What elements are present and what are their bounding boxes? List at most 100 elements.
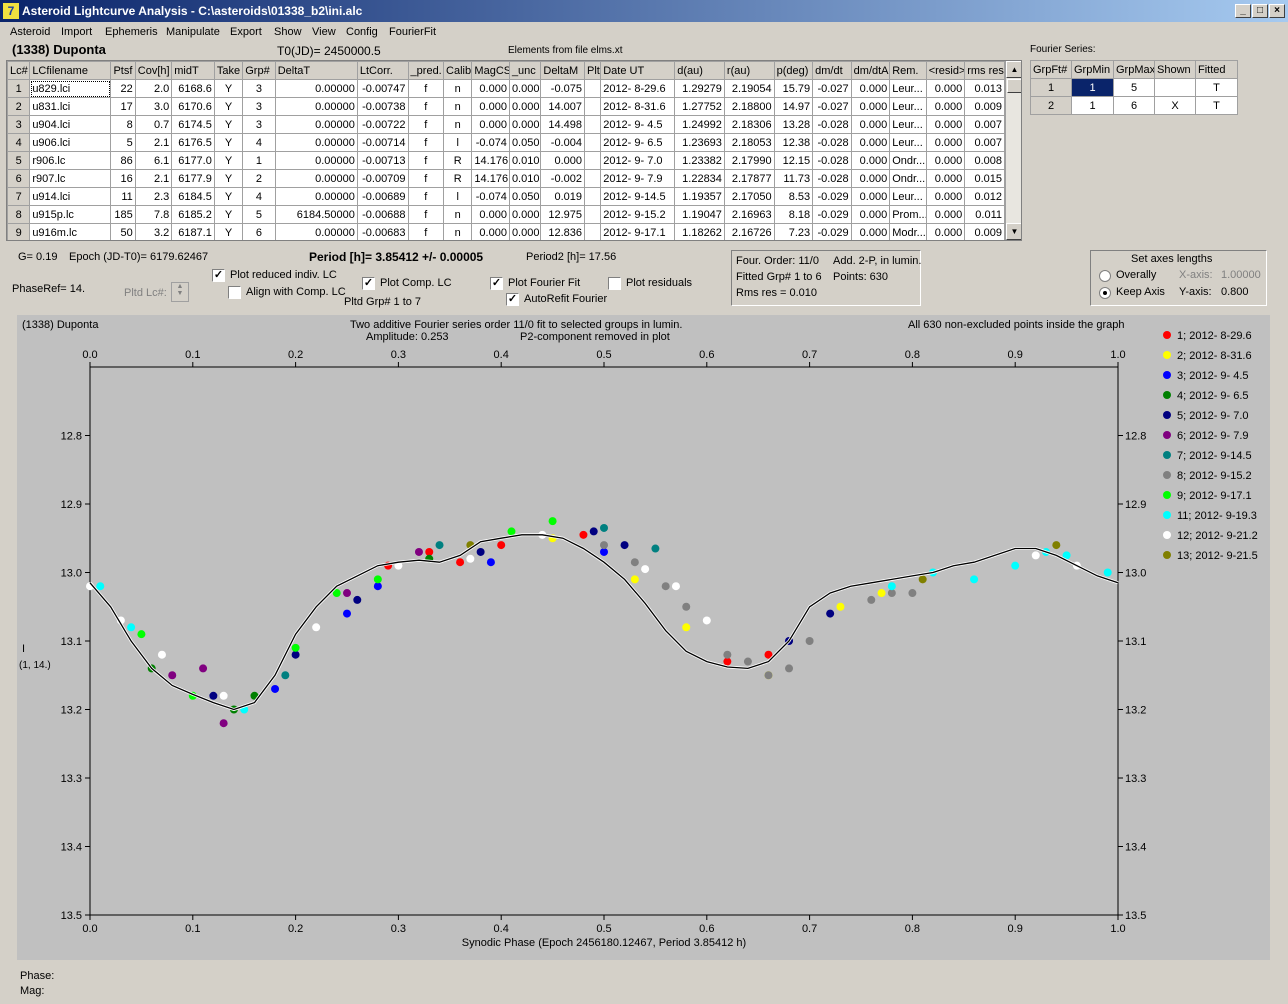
lc-cell[interactable]: 0.00000	[274, 79, 358, 98]
data-point[interactable]	[199, 664, 208, 673]
data-point[interactable]	[373, 582, 382, 591]
lc-cell[interactable]: -0.028	[812, 115, 852, 134]
lc-cell[interactable]: -0.074	[471, 187, 510, 206]
lc-cell[interactable]: 0.009	[964, 97, 1005, 116]
lc-cell[interactable]: 7.23	[773, 223, 814, 240]
lc-cell[interactable]: 2012- 9-14.5	[600, 187, 676, 206]
lc-cell[interactable]: n	[443, 223, 473, 240]
lc-cell[interactable]: 4	[242, 133, 276, 152]
x-axis-value[interactable]: 1.00000	[1221, 269, 1261, 281]
lc-cell[interactable]: f	[407, 223, 445, 240]
data-point[interactable]	[373, 575, 382, 584]
lc-cell[interactable]: -0.004	[540, 133, 585, 152]
data-point[interactable]	[805, 637, 814, 645]
data-point[interactable]	[456, 558, 465, 567]
lc-cell[interactable]: 0.000	[508, 205, 542, 224]
lc-cell[interactable]: u906.lci	[29, 133, 112, 152]
lc-col-header[interactable]: Plt	[583, 61, 602, 80]
lc-col-header[interactable]: dm/dt	[812, 61, 852, 80]
lc-cell[interactable]: 2.1	[134, 169, 173, 188]
lc-cell[interactable]: 6185.2	[171, 205, 215, 224]
lc-cell[interactable]: 2.18306	[723, 115, 775, 134]
data-point[interactable]	[425, 547, 434, 556]
lc-cell[interactable]: 0.000	[925, 223, 966, 240]
keep-axis-radio[interactable]	[1099, 287, 1111, 299]
data-point[interactable]	[281, 671, 290, 680]
lc-cell[interactable]: -0.00722	[356, 115, 409, 134]
lc-cell[interactable]: Y	[213, 97, 244, 116]
scroll-thumb[interactable]	[1007, 79, 1021, 93]
lc-table-row[interactable]: 5 r906.lc 86 6.1 6177.0 Y 1 0.00000 -0.00713 f R 14…	[7, 151, 1005, 170]
lc-col-header[interactable]: p(deg)	[773, 61, 814, 80]
fourier-col-header[interactable]: Fitted	[1195, 60, 1238, 79]
fourier-col-header[interactable]: GrpMax	[1113, 60, 1155, 79]
data-point[interactable]	[826, 609, 835, 618]
lc-cell[interactable]: 16	[110, 169, 136, 188]
lc-row-number[interactable]: 7	[7, 187, 31, 206]
lc-cell[interactable]: 1.22834	[674, 169, 725, 188]
lc-cell[interactable]: u829.lci	[29, 79, 112, 98]
fourier-cell[interactable]: 1	[1030, 78, 1072, 97]
lc-cell[interactable]: 0.000	[508, 79, 542, 98]
lc-cell[interactable]: 0.000	[925, 187, 966, 206]
lc-cell[interactable]: Leur...	[889, 97, 927, 116]
lc-cell[interactable]: -0.027	[812, 79, 852, 98]
lc-cell[interactable]: 0.000	[850, 169, 891, 188]
fourier-table-row[interactable]: 216XT	[1030, 96, 1238, 115]
lc-col-header[interactable]: _pred.	[407, 61, 445, 80]
data-point[interactable]	[589, 527, 598, 536]
lc-cell[interactable]: -0.028	[812, 151, 852, 170]
lc-cell[interactable]: -0.00689	[356, 187, 409, 206]
lc-table-row[interactable]: 9 u916m.lc 50 3.2 6187.1 Y 6 0.00000 -0.00683 f n 0…	[7, 223, 1005, 240]
lc-cell[interactable]: 2.17877	[723, 169, 775, 188]
menu-asteroid[interactable]: Asteroid	[10, 26, 50, 38]
lc-cell[interactable]: Y	[213, 133, 244, 152]
lc-cell[interactable]: 0.00000	[274, 115, 358, 134]
data-point[interactable]	[497, 541, 506, 550]
lc-col-header[interactable]: r(au)	[723, 61, 775, 80]
lc-cell[interactable]: 6184.50000	[274, 205, 358, 224]
lc-cell[interactable]: 0.000	[850, 151, 891, 170]
lc-cell[interactable]: 12.975	[540, 205, 585, 224]
lc-cell[interactable]: 2012- 9- 7.0	[600, 151, 676, 170]
spinner-down-icon[interactable]: ▼	[172, 290, 188, 297]
lc-cell[interactable]: 1	[242, 151, 276, 170]
lc-row-number[interactable]: 2	[7, 97, 31, 116]
lc-cell[interactable]: 2012- 9- 6.5	[600, 133, 676, 152]
data-point[interactable]	[620, 541, 629, 550]
lc-col-header[interactable]: <resid>	[925, 61, 966, 80]
maximize-button[interactable]: □	[1252, 4, 1268, 18]
lc-cell[interactable]: 0.015	[964, 169, 1005, 188]
fourier-cell[interactable]: X	[1154, 96, 1196, 115]
data-point[interactable]	[600, 547, 608, 556]
lc-cell[interactable]: -0.029	[812, 205, 852, 224]
lc-cell[interactable]: f	[407, 169, 445, 188]
lc-row-number[interactable]: 6	[7, 169, 31, 188]
data-point[interactable]	[1103, 568, 1112, 577]
plot-panel[interactable]: (1338) Duponta Two additive Fourier seri…	[17, 315, 1270, 960]
lc-cell[interactable]: 0.000	[850, 115, 891, 134]
lc-cell[interactable]: 1.23693	[674, 133, 725, 152]
data-point[interactable]	[671, 582, 680, 591]
data-point[interactable]	[600, 541, 608, 550]
lc-cell[interactable]: 2.3	[134, 187, 173, 206]
lc-cell[interactable]: 0.000	[925, 169, 966, 188]
lc-cell[interactable]: 0.000	[850, 97, 891, 116]
data-point[interactable]	[600, 523, 608, 532]
lc-col-header[interactable]: midT	[171, 61, 215, 80]
fourier-col-header[interactable]: Shown	[1154, 60, 1196, 79]
lc-cell[interactable]: 1.29279	[674, 79, 725, 98]
data-point[interactable]	[1031, 551, 1040, 560]
lc-table-row[interactable]: 6 r907.lc 16 2.1 6177.9 Y 2 0.00000 -0.00709 f R 14…	[7, 169, 1005, 188]
data-point[interactable]	[271, 684, 280, 693]
lc-cell[interactable]: f	[407, 151, 445, 170]
lc-cell[interactable]: 0.00000	[274, 187, 358, 206]
data-point[interactable]	[548, 517, 557, 526]
lc-cell[interactable]: l	[443, 187, 473, 206]
lc-table-row[interactable]: 7 u914.lci 11 2.3 6184.5 Y 4 0.00000 -0.00689 f l -…	[7, 187, 1005, 206]
lc-cell[interactable]: 4	[242, 187, 276, 206]
lc-cell[interactable]: 0.000	[850, 187, 891, 206]
lc-cell[interactable]: 0.000	[850, 205, 891, 224]
data-point[interactable]	[414, 547, 423, 556]
plot-fourier-checkbox[interactable]: ✓	[490, 277, 503, 290]
